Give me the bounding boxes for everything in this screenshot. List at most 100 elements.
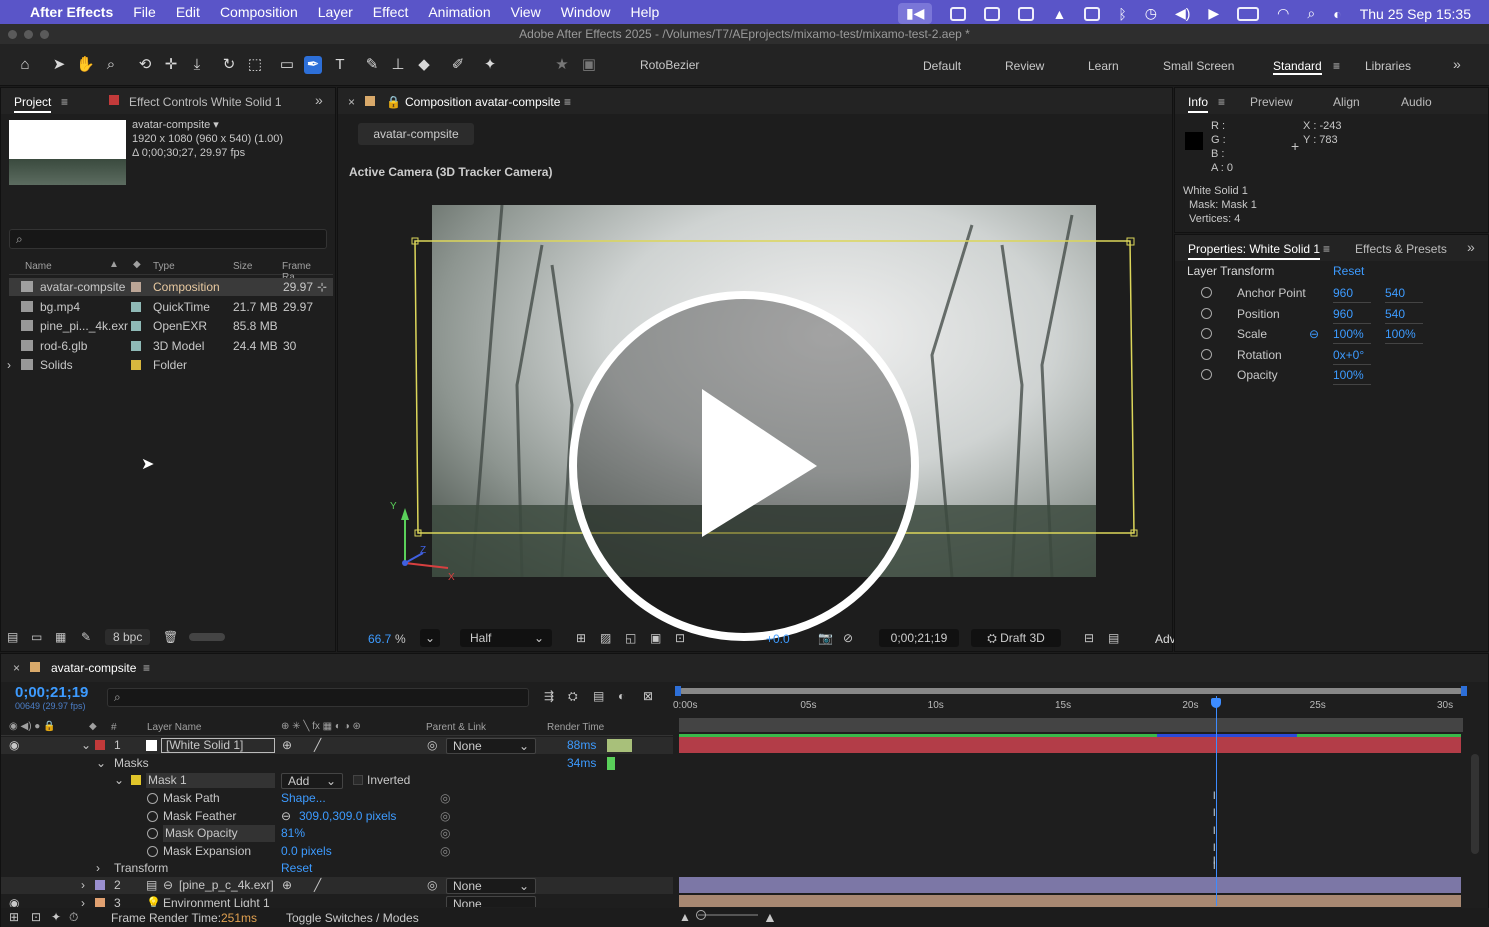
- col-type[interactable]: Type: [153, 261, 175, 272]
- mask-property-value[interactable]: 0.0 pixels: [281, 843, 332, 860]
- snapping-icon[interactable]: ▣: [580, 56, 598, 74]
- mask-1-name[interactable]: Mask 1: [146, 773, 275, 788]
- project-item[interactable]: bg.mp4 QuickTime 21.7 MB 29.97: [9, 298, 333, 316]
- comp-flowchart-icon[interactable]: ⊹: [317, 278, 327, 296]
- project-item-label-swatch[interactable]: [131, 340, 141, 351]
- search-icon[interactable]: ⌕: [1307, 5, 1315, 22]
- project-item-label-swatch[interactable]: [131, 321, 141, 331]
- type-tool-icon[interactable]: T: [331, 56, 349, 74]
- layer-row-3[interactable]: ◉ › 3 💡 Environment Light 1 None: [1, 895, 673, 907]
- constrain-proportions-icon[interactable]: ⊖: [281, 808, 291, 825]
- layer-3-bar[interactable]: [679, 895, 1461, 907]
- trash-icon[interactable]: 🗑: [163, 630, 178, 644]
- keyframe-marker[interactable]: I: [1213, 807, 1216, 819]
- app-status-icon[interactable]: [984, 6, 1001, 21]
- stopwatch-icon[interactable]: [1201, 369, 1212, 380]
- inverted-checkbox[interactable]: [353, 775, 363, 785]
- render-time-icon[interactable]: ⏱: [69, 910, 78, 925]
- layer-1-pickwhip-icon[interactable]: ◎: [427, 737, 437, 754]
- folder-twirl-icon[interactable]: ›: [7, 356, 11, 374]
- project-item-label-swatch[interactable]: [131, 282, 141, 292]
- advanced-3d-label[interactable]: Adv: [1155, 632, 1176, 646]
- mask-property-row[interactable]: Mask Feather ⊖ 309.0,309.0 pixels ◎: [1, 808, 673, 825]
- project-menu-icon[interactable]: ≡: [61, 95, 68, 109]
- toggle-switches-modes[interactable]: Toggle Switches / Modes: [286, 911, 419, 925]
- mask-property-row[interactable]: Mask Opacity 81% ◎: [1, 825, 673, 842]
- layer-2-label-swatch[interactable]: [95, 880, 105, 890]
- home-icon[interactable]: ⌂: [16, 56, 34, 74]
- timeline-scrollbar[interactable]: [1471, 754, 1479, 854]
- keyframe-marker[interactable]: I: [1213, 855, 1216, 867]
- comp-flowchart-icon[interactable]: ⇶: [544, 689, 554, 703]
- layer-2-name[interactable]: [pine_p_c_4k.exr]: [179, 877, 274, 894]
- clock-icon[interactable]: ◷: [1145, 5, 1157, 22]
- expression-pickwhip-icon[interactable]: ◎: [440, 808, 450, 825]
- project-item[interactable]: › Solids Folder: [7, 356, 333, 374]
- properties-menu-icon[interactable]: ≡: [1323, 242, 1330, 256]
- layer-3-visibility-icon[interactable]: ◉: [9, 895, 19, 907]
- layer-2-shy-icon[interactable]: ⊕: [282, 877, 292, 894]
- zoom-slider-knob[interactable]: [696, 910, 706, 920]
- fast-previews-icon[interactable]: ⊞: [576, 631, 586, 645]
- clone-stamp-tool-icon[interactable]: ⊥: [389, 56, 407, 74]
- tab-preview[interactable]: Preview: [1250, 95, 1293, 109]
- comp-breadcrumb[interactable]: avatar-compsite: [358, 123, 474, 145]
- tab-timeline[interactable]: avatar-compsite: [51, 661, 136, 675]
- playhead-handle[interactable]: [1210, 698, 1221, 708]
- workspace-libraries[interactable]: Libraries: [1365, 59, 1411, 73]
- zoom-window-button[interactable]: [40, 30, 49, 39]
- control-center-icon[interactable]: ◐: [1333, 6, 1341, 22]
- roto-brush-tool-icon[interactable]: ✐: [449, 56, 467, 74]
- interpret-footage-icon[interactable]: ▤: [7, 630, 18, 644]
- property-value-1[interactable]: 100%: [1333, 366, 1371, 385]
- timeline-zoom-slider[interactable]: [698, 914, 758, 916]
- volume-icon[interactable]: ◀): [1175, 5, 1190, 22]
- layer-1-visibility-icon[interactable]: ◉: [9, 737, 19, 754]
- layer-1-bar[interactable]: [679, 737, 1461, 753]
- mask-1-row[interactable]: ⌄ Mask 1 Add ⌄ Inverted: [1, 772, 673, 789]
- col-name[interactable]: Name: [25, 261, 52, 272]
- new-folder-icon[interactable]: ▭: [31, 630, 42, 644]
- drive-icon[interactable]: [1018, 6, 1035, 21]
- workspace-standard[interactable]: Standard: [1273, 59, 1322, 75]
- transform-twirl-icon[interactable]: ›: [96, 860, 100, 877]
- constrain-proportions-icon[interactable]: ⊖: [1309, 325, 1319, 343]
- mask-1-color-swatch[interactable]: [131, 775, 141, 785]
- mask-property-value[interactable]: Shape...: [281, 790, 326, 807]
- layer-3-name[interactable]: Environment Light 1: [163, 895, 270, 907]
- show-snapshot-icon[interactable]: ⊘: [843, 631, 853, 645]
- eraser-tool-icon[interactable]: ◆: [415, 56, 433, 74]
- settings-icon[interactable]: ✎: [81, 630, 91, 644]
- mask-mode-dropdown[interactable]: Add ⌄: [281, 773, 343, 789]
- tab-properties[interactable]: Properties: White Solid 1: [1188, 242, 1321, 260]
- comp-name[interactable]: avatar-compsite ▾: [132, 118, 283, 132]
- transparency-grid-icon[interactable]: ▨: [600, 631, 611, 645]
- app-menu[interactable]: After Effects: [30, 4, 113, 20]
- time-navigator[interactable]: [679, 718, 1463, 732]
- layer-2-bar[interactable]: [679, 877, 1461, 893]
- layer-1-twirl-icon[interactable]: ⌄: [81, 737, 91, 754]
- expression-pickwhip-icon[interactable]: ◎: [440, 843, 450, 860]
- project-item[interactable]: pine_pi..._4k.exr OpenEXR 85.8 MB: [9, 317, 333, 335]
- stopwatch-icon[interactable]: [147, 793, 158, 804]
- play-status-icon[interactable]: ▶: [1208, 5, 1219, 22]
- display-icon[interactable]: [1084, 6, 1101, 21]
- project-item[interactable]: rod-6.glb 3D Model 24.4 MB 30: [9, 337, 333, 355]
- panel-overflow-icon[interactable]: »: [315, 92, 323, 108]
- extended-viewer-icon[interactable]: ▤: [1108, 631, 1119, 645]
- mask-property-row[interactable]: Mask Path Shape... ◎: [1, 790, 673, 807]
- anchor-tool-icon[interactable]: ⬚: [246, 56, 264, 74]
- layer-2-parent-dropdown[interactable]: None ⌄: [446, 878, 536, 894]
- project-search-input[interactable]: ⌕: [9, 229, 327, 249]
- layer-2-quality-icon[interactable]: ╱: [314, 877, 321, 894]
- mask-visibility-icon[interactable]: ◱: [625, 631, 636, 645]
- close-tab-icon[interactable]: ×: [348, 95, 355, 109]
- menu-view[interactable]: View: [511, 4, 541, 20]
- workspace-review[interactable]: Review: [1005, 59, 1044, 73]
- timeline-transform-reset[interactable]: Reset: [281, 860, 312, 877]
- layer-1-parent-dropdown[interactable]: None ⌄: [446, 738, 536, 754]
- timeline-graph[interactable]: 0:00s 05s 10s 15s 20s 25s 30s IIIIII: [673, 684, 1471, 908]
- thumbnail-size-slider[interactable]: [189, 633, 225, 641]
- transfer-controls-icon[interactable]: ⊡: [31, 910, 41, 924]
- masks-twirl-icon[interactable]: ⌄: [96, 755, 106, 772]
